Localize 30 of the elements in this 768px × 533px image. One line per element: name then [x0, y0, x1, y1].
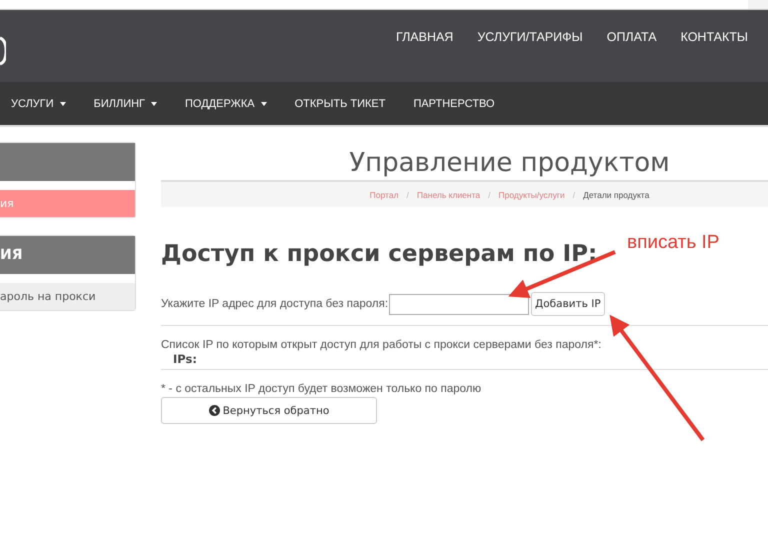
- caret-icon: [60, 102, 66, 106]
- menu-item[interactable]: БИЛЛИНГ: [94, 98, 158, 110]
- breadcrumb-separator: /: [406, 190, 409, 200]
- note-text: * - с остальных IP доступ будет возможен только по паролю: [161, 383, 482, 395]
- annotation-text: вписать IP: [627, 232, 720, 254]
- ip-label: Укажите IP адрес для доступа без пароля:: [161, 298, 388, 310]
- arrow-left-circle-icon: [208, 405, 220, 416]
- nav-link[interactable]: ГЛАВНАЯ: [396, 30, 454, 44]
- back-button[interactable]: Вернуться обратно: [161, 397, 377, 424]
- ip-list-text: Список IP по которым открыт доступ для работы с прокси серверами без пароля*:: [161, 339, 602, 351]
- breadcrumb-current: Детали продукта: [583, 190, 650, 200]
- ips-label: IPs:: [172, 352, 198, 366]
- caret-icon: [260, 102, 267, 106]
- ip-input[interactable]: [389, 294, 530, 314]
- menu-item[interactable]: ПОДДЕРЖКА: [185, 98, 267, 110]
- menu-item[interactable]: ПАРТНЕРСТВО: [413, 98, 495, 110]
- nav-link[interactable]: КОНТАКТЫ: [680, 30, 748, 44]
- section-heading: Доступ к прокси серверам по IP:: [161, 240, 598, 269]
- logo-icon: [0, 36, 6, 66]
- breadcrumb-separator: /: [488, 190, 490, 200]
- menu-item[interactable]: УСЛУГИ: [11, 98, 66, 110]
- add-ip-button[interactable]: Добавить IP: [531, 292, 605, 316]
- nav-link[interactable]: УСЛУГИ/ТАРИФЫ: [477, 30, 583, 44]
- nav-link[interactable]: ОПЛАТА: [606, 30, 657, 44]
- breadcrumb-separator: /: [572, 190, 576, 200]
- page-title: Управление продуктом: [348, 147, 671, 180]
- menu-item[interactable]: ОТКРЫТЬ ТИКЕТ: [294, 98, 386, 110]
- caret-icon: [151, 102, 158, 106]
- panel-header: ИЯ: [0, 236, 135, 274]
- sidebar-item[interactable]: ароль на прокси: [0, 283, 135, 310]
